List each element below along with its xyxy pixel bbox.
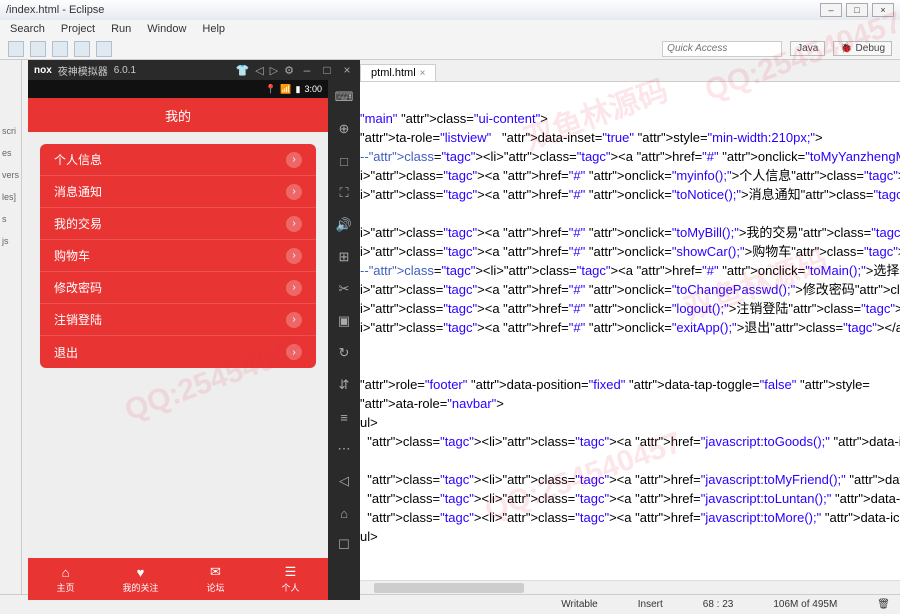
status-heap: 106M of 495M (773, 599, 837, 610)
menubar: Search Project Run Window Help (0, 20, 900, 38)
status-writable: Writable (561, 599, 598, 610)
chevron-right-icon: › (286, 344, 302, 360)
folder-icon[interactable]: □ (335, 152, 353, 170)
menu-list: 个人信息› 消息通知› 我的交易› 购物车› 修改密码› 注销登陆› 退出› (40, 144, 316, 368)
app-footer: ⌂主页 ♥我的关注 ✉论坛 ☰个人 (28, 558, 328, 600)
window-controls: ‒ □ × (820, 3, 894, 17)
horizontal-scrollbar[interactable] (354, 580, 900, 594)
toolbar: Java 🐞 Debug (0, 38, 900, 60)
chevron-right-icon: › (286, 216, 302, 232)
location-icon[interactable]: ⊕ (335, 120, 353, 138)
nox-maximize[interactable]: □ (320, 63, 334, 77)
back-icon[interactable]: ◁ (255, 64, 263, 77)
menu-item-exit[interactable]: 退出› (40, 336, 316, 368)
quick-access-input[interactable] (662, 41, 782, 57)
tab-label: ptml.html (371, 67, 416, 79)
home-icon: ⌂ (62, 565, 70, 580)
trash-icon[interactable]: 🗑 (877, 599, 890, 610)
tool-icon[interactable] (74, 41, 90, 57)
editor-tabs: ptml.html × (354, 60, 900, 82)
tool-icon[interactable] (96, 41, 112, 57)
tool-icon[interactable]: ⊞ (335, 248, 353, 266)
code-editor[interactable]: "main" "attr">class="ui-content">"attr">… (354, 82, 900, 580)
app-title: 我的 (165, 106, 191, 125)
nox-logo: nox (34, 65, 52, 76)
menu-item-cart[interactable]: 购物车› (40, 240, 316, 272)
menu-item-notice[interactable]: 消息通知› (40, 176, 316, 208)
window-title: /index.html - Eclipse (6, 4, 104, 16)
editor-area: ptml.html × "main" "attr">class="ui-cont… (354, 60, 900, 594)
volume-icon[interactable]: 🔊 (335, 216, 353, 234)
chevron-right-icon: › (286, 312, 302, 328)
forward-icon[interactable]: ▷ (270, 64, 278, 77)
chevron-right-icon: › (286, 184, 302, 200)
nox-emulator-window: nox 夜神模拟器 6.0.1 👕 ◁ ▷ ⚙ ‒ □ × 📍 📶 ▮ 3:00 (28, 60, 360, 600)
editor-tab[interactable]: ptml.html × (360, 64, 436, 81)
main-area: scri es vers les] s js nox 夜神模拟器 6.0.1 👕… (0, 60, 900, 594)
menu-search[interactable]: Search (10, 23, 45, 35)
tool-icon[interactable]: ≡ (335, 408, 353, 426)
footer-forum[interactable]: ✉论坛 (178, 558, 253, 600)
tool-icon[interactable] (52, 41, 68, 57)
comment-icon: ✉ (210, 564, 221, 580)
maximize-button[interactable]: □ (846, 3, 868, 17)
footer-home[interactable]: ⌂主页 (28, 558, 103, 600)
perspective-debug[interactable]: 🐞 Debug (833, 41, 892, 56)
menu-item-profile[interactable]: 个人信息› (40, 144, 316, 176)
fullscreen-icon[interactable]: ⛶ (335, 184, 353, 202)
scroll-thumb[interactable] (374, 583, 524, 593)
status-insert: Insert (638, 599, 663, 610)
home-icon[interactable]: ⌂ (335, 504, 353, 522)
tool-icon[interactable] (8, 41, 24, 57)
menu-item-logout[interactable]: 注销登陆› (40, 304, 316, 336)
nox-sidebar: ⌨ ⊕ □ ⛶ 🔊 ⊞ ✂ ▣ ↻ ⇵ ≡ ⋯ ◁ ⌂ ☐ (328, 60, 360, 600)
menu-item-password[interactable]: 修改密码› (40, 272, 316, 304)
location-icon: 📍 (265, 84, 276, 95)
keyboard-icon[interactable]: ⌨ (335, 88, 353, 106)
menu-window[interactable]: Window (147, 23, 186, 35)
phone-screen: 📍 📶 ▮ 3:00 我的 个人信息› 消息通知› 我的交易› 购物车› 修改密… (28, 80, 328, 600)
chevron-right-icon: › (286, 152, 302, 168)
nox-close[interactable]: × (340, 63, 354, 77)
battery-icon: ▮ (296, 84, 301, 95)
wifi-icon: 📶 (280, 84, 291, 95)
shake-icon[interactable]: ⇵ (335, 376, 353, 394)
perspective-java[interactable]: Java (790, 41, 825, 56)
chevron-right-icon: › (286, 280, 302, 296)
footer-personal[interactable]: ☰个人 (253, 558, 328, 600)
nox-title: 夜神模拟器 (58, 63, 108, 78)
app-content: 个人信息› 消息通知› 我的交易› 购物车› 修改密码› 注销登陆› 退出› (28, 132, 328, 558)
nox-minimize[interactable]: ‒ (300, 63, 314, 77)
menu-item-bill[interactable]: 我的交易› (40, 208, 316, 240)
menu-run[interactable]: Run (111, 23, 131, 35)
menu-project[interactable]: Project (61, 23, 95, 35)
android-statusbar: 📍 📶 ▮ 3:00 (28, 80, 328, 98)
gear-icon[interactable]: ⚙ (284, 64, 294, 77)
close-icon[interactable]: × (420, 68, 426, 79)
minimize-button[interactable]: ‒ (820, 3, 842, 17)
tool-icon[interactable] (30, 41, 46, 57)
scissors-icon[interactable]: ✂ (335, 280, 353, 298)
status-position: 68 : 23 (703, 599, 734, 610)
menu-help[interactable]: Help (202, 23, 225, 35)
status-time: 3:00 (304, 84, 322, 94)
more-icon[interactable]: ⋯ (335, 440, 353, 458)
heart-icon: ♥ (137, 565, 145, 580)
close-button[interactable]: × (872, 3, 894, 17)
eclipse-window: /index.html - Eclipse ‒ □ × Search Proje… (0, 0, 900, 614)
footer-follow[interactable]: ♥我的关注 (103, 558, 178, 600)
app-header: 我的 (28, 98, 328, 132)
rotate-icon[interactable]: ↻ (335, 344, 353, 362)
back-icon[interactable]: ◁ (335, 472, 353, 490)
chevron-right-icon: › (286, 248, 302, 264)
info-icon: ☰ (285, 564, 297, 580)
nox-version: 6.0.1 (114, 65, 136, 76)
titlebar: /index.html - Eclipse ‒ □ × (0, 0, 900, 20)
shirt-icon[interactable]: 👕 (235, 64, 249, 77)
recent-icon[interactable]: ☐ (335, 536, 353, 554)
record-icon[interactable]: ▣ (335, 312, 353, 330)
project-explorer-trim: scri es vers les] s js (0, 60, 22, 594)
nox-titlebar: nox 夜神模拟器 6.0.1 👕 ◁ ▷ ⚙ ‒ □ × (28, 60, 360, 80)
